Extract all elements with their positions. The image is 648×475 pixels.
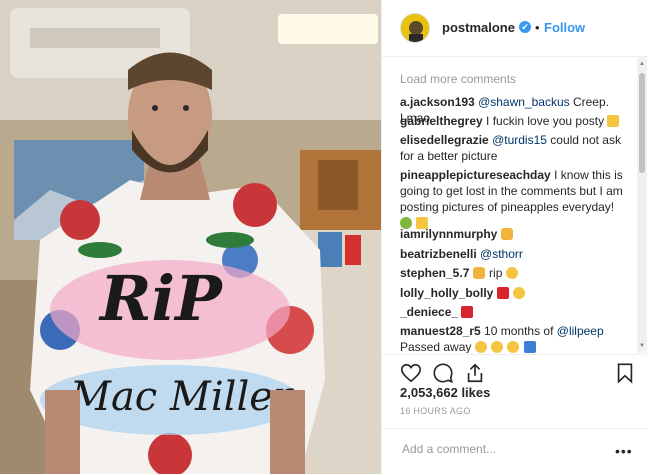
red-heart-emoji-icon xyxy=(461,306,474,318)
comment-mention[interactable]: @shawn_backus xyxy=(478,95,570,109)
comment-username[interactable]: pineapplepictureseachday xyxy=(400,168,551,182)
comment-item: beatrizbenelli @sthorr xyxy=(400,246,632,262)
comment-mention[interactable]: @lilpeep xyxy=(557,324,604,338)
crying-emoji-icon xyxy=(507,341,520,353)
share-icon[interactable] xyxy=(464,362,486,384)
praying-hands-emoji-icon xyxy=(472,267,485,279)
post-actions xyxy=(382,354,648,385)
post-username[interactable]: postmalone xyxy=(442,20,515,35)
comment-item: _deniece_ xyxy=(400,304,632,320)
post-header: postmalone ✔ • Follow xyxy=(382,0,648,57)
post-photo: RiP Mac Miller xyxy=(0,0,381,474)
comments-list: Load more comments a.jackson193 @shawn_b… xyxy=(382,57,648,353)
comment-item: iamrilynnmurphy xyxy=(400,226,632,242)
verified-badge-icon: ✔ xyxy=(519,21,531,33)
bookmark-icon[interactable] xyxy=(614,362,636,384)
comment-username[interactable]: iamrilynnmurphy xyxy=(400,227,497,241)
comments-scrollbar[interactable]: ▲ ▼ xyxy=(637,57,647,353)
avatar-image xyxy=(401,14,429,42)
likes-count[interactable]: 2,053,662 likes xyxy=(400,385,490,400)
comment-item: pineapplepictureseachday I know this is … xyxy=(400,167,632,231)
red-heart-emoji-icon xyxy=(496,287,509,299)
add-comment-bar: ••• xyxy=(382,428,648,475)
point-emoji-icon xyxy=(607,115,620,127)
comment-mention[interactable]: @sthorr xyxy=(480,247,523,261)
comment-text: rip xyxy=(485,266,503,280)
sad-face-emoji-icon xyxy=(513,287,526,299)
scrollbar-thumb[interactable] xyxy=(639,73,645,173)
crying-emoji-icon xyxy=(474,341,487,353)
comment-username[interactable]: elisedellegrazie xyxy=(400,133,489,147)
comment-username[interactable]: manuest28_r5 xyxy=(400,324,481,338)
comment-username[interactable]: beatrizbenelli xyxy=(400,247,477,261)
scroll-down-arrow-icon[interactable]: ▼ xyxy=(639,343,645,349)
comment-username[interactable]: lolly_holly_bolly xyxy=(400,286,493,300)
add-comment-input[interactable] xyxy=(400,439,604,459)
comment-item: elisedellegrazie @turdis15 could not ask… xyxy=(400,132,632,164)
comment-text: I fuckin love you posty xyxy=(482,114,605,128)
comment-username[interactable]: _deniece_ xyxy=(400,305,458,319)
comment-username[interactable]: gabrielthegrey xyxy=(400,114,483,128)
comment-text: 10 months of xyxy=(480,324,557,338)
heart-icon[interactable] xyxy=(400,362,422,384)
praying-hands-emoji-icon xyxy=(500,228,513,240)
load-more-comments-button[interactable]: Load more comments xyxy=(400,72,516,86)
header-separator: • xyxy=(535,20,540,35)
post-image: RiP Mac Miller xyxy=(0,0,381,474)
comment-item: manuest28_r5 10 months of @lilpeep Passe… xyxy=(400,323,632,353)
more-options-icon[interactable]: ••• xyxy=(615,443,633,459)
follow-button[interactable]: Follow xyxy=(544,20,585,35)
svg-text:RiP: RiP xyxy=(98,262,224,335)
svg-text:Mac Miller: Mac Miller xyxy=(69,374,295,420)
post-sidebar: postmalone ✔ • Follow Load more comments… xyxy=(381,0,648,474)
comment-item: lolly_holly_bolly xyxy=(400,285,632,301)
crying-emoji-icon xyxy=(491,341,504,353)
comment-text: Passed away xyxy=(400,340,472,353)
comment-item: stephen_5.7 rip xyxy=(400,265,632,281)
post-timestamp[interactable]: 16 HOURS AGO xyxy=(400,406,471,416)
comment-item: gabrielthegrey I fuckin love you posty xyxy=(400,113,632,129)
scroll-up-arrow-icon[interactable]: ▲ xyxy=(639,61,645,67)
comment-mention[interactable]: @turdis15 xyxy=(492,133,547,147)
comment-icon[interactable] xyxy=(432,362,454,384)
comment-username[interactable]: a.jackson193 xyxy=(400,95,475,109)
avatar[interactable] xyxy=(400,13,430,43)
sad-face-emoji-icon xyxy=(505,267,518,279)
comment-username[interactable]: stephen_5.7 xyxy=(400,266,469,280)
soon-emoji-icon xyxy=(523,341,536,353)
